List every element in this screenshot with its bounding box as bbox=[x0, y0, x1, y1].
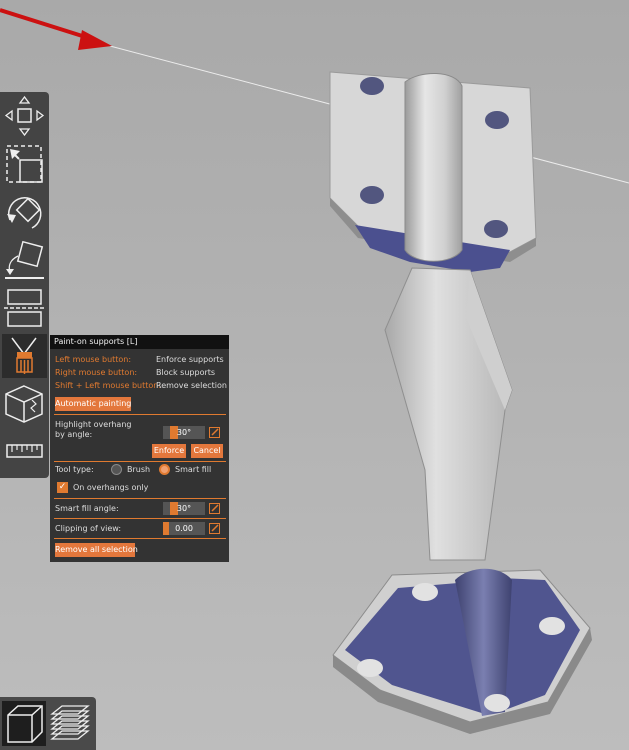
hint-action-right: Block supports bbox=[156, 368, 216, 377]
slider-fill bbox=[163, 522, 169, 535]
place-on-face-tool[interactable] bbox=[2, 238, 47, 282]
overhangs-only-label: On overhangs only bbox=[73, 483, 149, 492]
3d-view-button[interactable] bbox=[2, 701, 46, 746]
highlight-angle-value: 30° bbox=[176, 428, 192, 437]
scale-tool[interactable] bbox=[2, 142, 47, 186]
preview-button[interactable] bbox=[48, 701, 92, 746]
support-paint-tool[interactable] bbox=[2, 334, 47, 378]
edit-icon[interactable] bbox=[209, 523, 220, 534]
enforce-button[interactable]: Enforce bbox=[152, 444, 186, 458]
paint-brush-icon bbox=[11, 337, 37, 374]
clipping-value: 0.00 bbox=[175, 524, 193, 533]
highlight-angle-slider[interactable]: 30° bbox=[163, 426, 205, 439]
hint-key-shift: Shift + Left mouse button: bbox=[55, 381, 162, 390]
hint-key-right: Right mouse button: bbox=[55, 368, 138, 377]
clipping-of-view-label: Clipping of view: bbox=[55, 524, 122, 533]
tool-type-label: Tool type: bbox=[55, 465, 94, 474]
highlight-angle-label: by angle: bbox=[55, 430, 93, 439]
separator bbox=[54, 518, 226, 519]
place-on-face-icon bbox=[5, 240, 44, 279]
view-switcher bbox=[0, 697, 96, 750]
edit-icon[interactable] bbox=[209, 427, 220, 438]
edit-icon[interactable] bbox=[209, 503, 220, 514]
layers-icon bbox=[50, 705, 90, 740]
remove-all-selection-button[interactable]: Remove all selection bbox=[55, 543, 138, 557]
smart-fill-radio[interactable] bbox=[159, 464, 170, 475]
smart-fill-angle-label: Smart fill angle: bbox=[55, 504, 119, 513]
cube-icon bbox=[7, 705, 43, 743]
automatic-painting-button[interactable]: Automatic painting bbox=[55, 397, 131, 411]
clipping-slider[interactable]: 0.00 bbox=[163, 522, 205, 535]
gizmo-toolbar bbox=[0, 92, 49, 478]
smart-fill-angle-slider[interactable]: 30° bbox=[163, 502, 205, 515]
overhangs-only-checkbox[interactable]: ✓ bbox=[57, 482, 68, 493]
rotate-tool[interactable] bbox=[2, 190, 47, 234]
cancel-button[interactable]: Cancel bbox=[191, 444, 223, 458]
move-tool[interactable] bbox=[2, 94, 47, 138]
scale-icon bbox=[6, 145, 43, 183]
measure-tool[interactable] bbox=[2, 430, 47, 474]
smart-fill-label: Smart fill bbox=[175, 465, 212, 474]
smart-fill-angle-value: 30° bbox=[176, 504, 192, 513]
seam-paint-tool[interactable] bbox=[2, 382, 47, 426]
cut-tool[interactable] bbox=[2, 286, 47, 330]
separator bbox=[54, 461, 226, 462]
separator bbox=[54, 414, 226, 415]
hint-action-shift: Remove selection bbox=[156, 381, 227, 390]
seam-icon bbox=[5, 385, 43, 423]
ruler-icon bbox=[6, 444, 43, 458]
highlight-overhang-label: Highlight overhang bbox=[55, 420, 132, 429]
brush-radio[interactable] bbox=[111, 464, 122, 475]
rotate-icon bbox=[7, 197, 42, 229]
hint-key-left: Left mouse button: bbox=[55, 355, 132, 364]
cut-icon bbox=[4, 289, 45, 327]
hint-action-left: Enforce supports bbox=[156, 355, 224, 364]
move-icon bbox=[4, 95, 45, 137]
paint-supports-panel: Paint-on supports [L] Left mouse button:… bbox=[50, 335, 229, 562]
separator bbox=[54, 498, 226, 499]
separator bbox=[54, 538, 226, 539]
panel-title: Paint-on supports [L] bbox=[50, 335, 229, 349]
brush-label: Brush bbox=[127, 465, 151, 474]
